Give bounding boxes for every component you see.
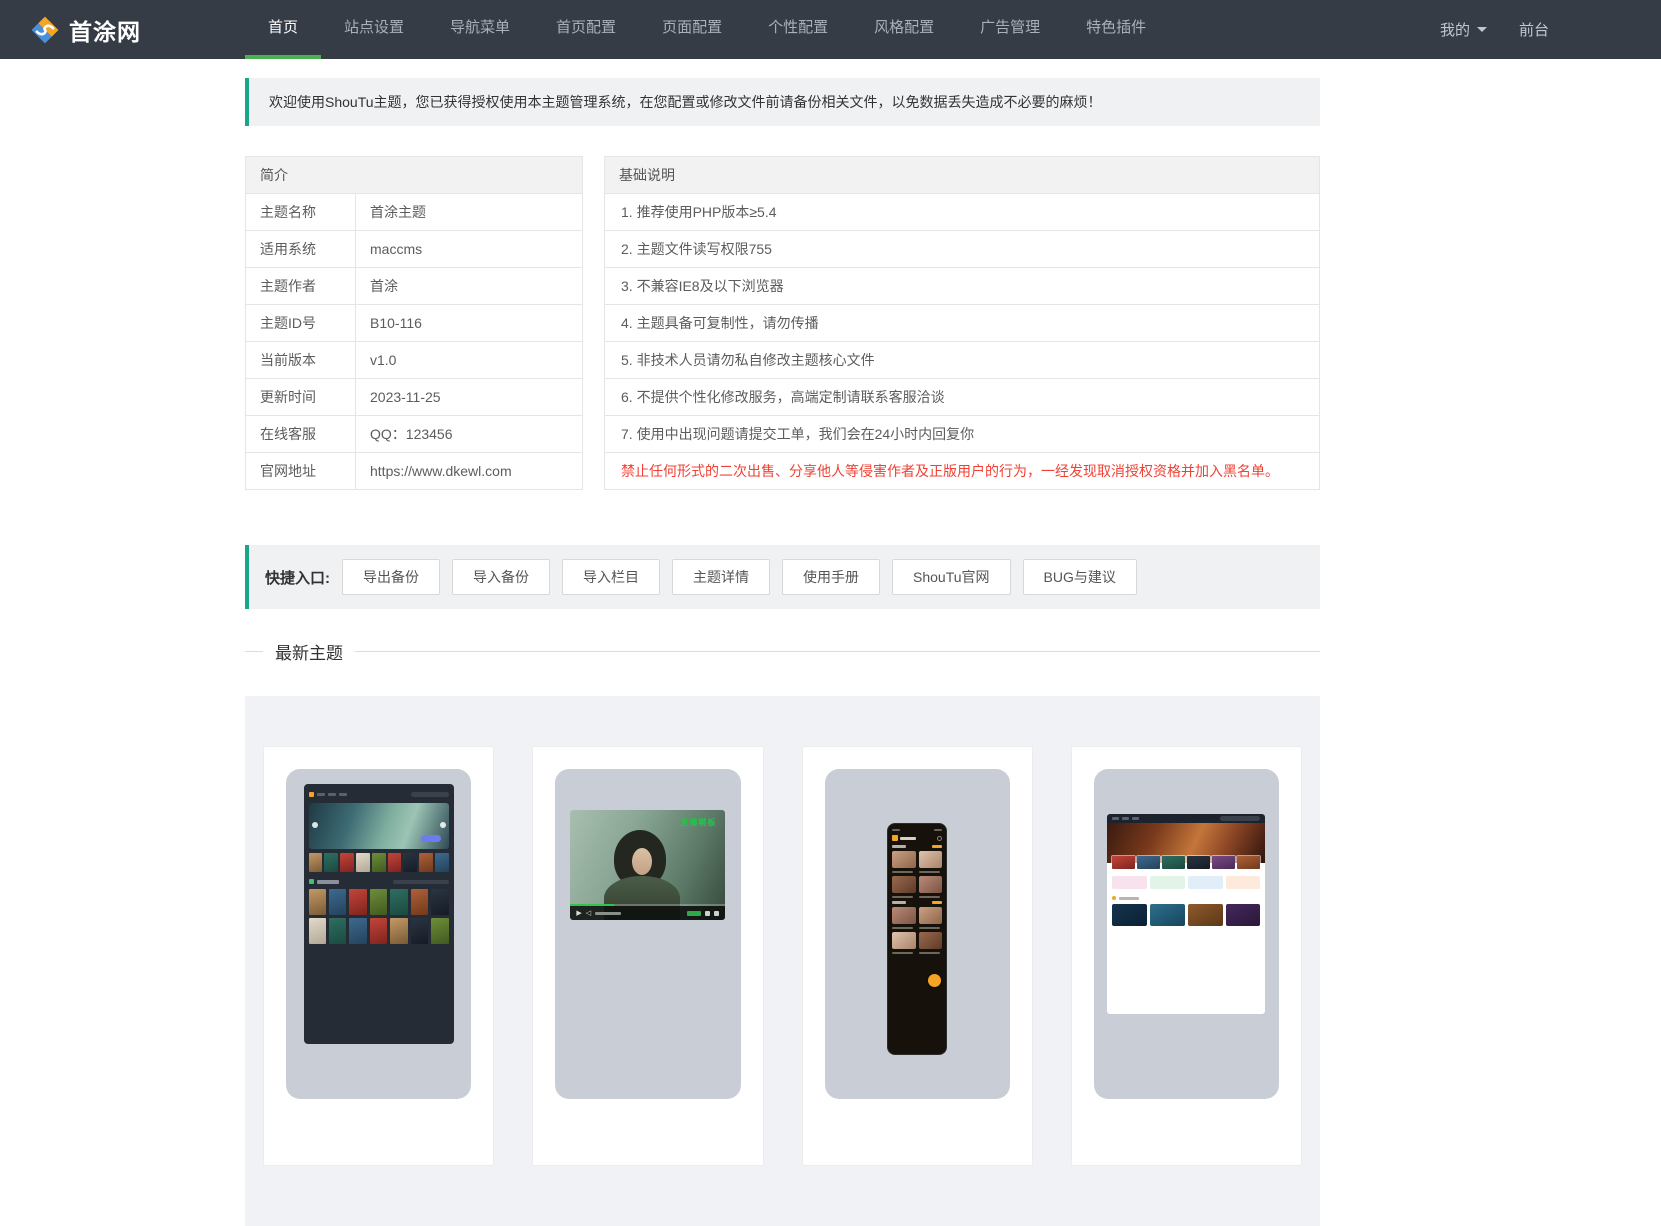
theme-thumbnail-frame — [1093, 769, 1279, 1099]
logo[interactable]: 首涂网 — [0, 0, 245, 59]
chevron-down-icon — [1476, 27, 1487, 32]
row-value: QQ：123456 — [370, 426, 453, 442]
latest-themes-heading: 最新主题 — [245, 639, 1320, 664]
table-row: 官网地址 https://www.dkewl.com — [246, 453, 582, 489]
section-title: 最新主题 — [275, 644, 343, 663]
note-row: 4. 主题具备可复制性，请勿传播 — [605, 305, 1319, 342]
row-value: 2023-11-25 — [370, 389, 441, 405]
notes-table: 基础说明 1. 推荐使用PHP版本≥5.4 2. 主题文件读写权限755 3. … — [604, 156, 1320, 490]
row-label: 主题作者 — [246, 268, 356, 304]
divider-line — [245, 651, 263, 652]
theme-card[interactable] — [801, 746, 1033, 1166]
table-row: 主题名称 首涂主题 — [246, 194, 582, 231]
main-menu: 首页 站点设置 导航菜单 首页配置 页面配置 个性配置 风格配置 广告管理 特色… — [245, 0, 1169, 59]
content-container: 欢迎使用ShouTu主题，您已获得授权使用本主题管理系统，在您配置或修改文件前请… — [245, 78, 1320, 1226]
table-row: 适用系统 maccms — [246, 231, 582, 268]
official-site-button[interactable]: ShouTu官网 — [892, 559, 1011, 595]
divider-line — [355, 651, 1320, 652]
row-value: 首涂主题 — [370, 204, 426, 220]
play-icon: ▶ — [576, 909, 582, 917]
nav-item-nav-menu[interactable]: 导航菜单 — [427, 0, 533, 59]
theme-thumbnail-frame — [824, 769, 1010, 1099]
row-value: https://www.dkewl.com — [370, 463, 512, 479]
quick-entry-bar: 快捷入口: 导出备份 导入备份 导入栏目 主题详情 使用手册 ShouTu官网 … — [245, 545, 1320, 609]
floating-action-button — [928, 974, 942, 987]
import-backup-button[interactable]: 导入备份 — [452, 559, 550, 595]
theme-preview-video-player: 直播模板 ▶ ◁ — [570, 810, 726, 920]
theme-preview-fantasy-desktop — [1107, 814, 1266, 1014]
row-label: 在线客服 — [246, 416, 356, 452]
row-value: maccms — [370, 241, 423, 257]
import-columns-button[interactable]: 导入栏目 — [562, 559, 660, 595]
row-value: 首涂 — [370, 278, 398, 294]
row-label: 主题ID号 — [246, 305, 356, 341]
nav-item-style-config[interactable]: 风格配置 — [851, 0, 957, 59]
row-value: v1.0 — [370, 352, 397, 368]
navbar-right: 我的 前台 — [1440, 0, 1661, 59]
logo-icon — [31, 16, 59, 43]
row-label: 适用系统 — [246, 231, 356, 267]
nav-item-home[interactable]: 首页 — [245, 0, 322, 59]
note-row: 3. 不兼容IE8及以下浏览器 — [605, 268, 1319, 305]
table-row: 在线客服 QQ：123456 — [246, 416, 582, 453]
theme-preview-dark-movie-site — [303, 784, 454, 1044]
nav-item-ad-management[interactable]: 广告管理 — [957, 0, 1063, 59]
export-backup-button[interactable]: 导出备份 — [342, 559, 440, 595]
note-row: 7. 使用中出现问题请提交工单，我们会在24小时内回复你 — [605, 416, 1319, 453]
player-badge: 直播模板 — [680, 818, 717, 827]
note-row: 1. 推荐使用PHP版本≥5.4 — [605, 194, 1319, 231]
intro-table-title: 简介 — [246, 157, 582, 194]
license-warning: 禁止任何形式的二次出售、分享他人等侵害作者及正版用户的行为，一经发现取消授权资格… — [621, 463, 1279, 479]
latest-themes-panel: 直播模板 ▶ ◁ — [245, 696, 1320, 1226]
table-row: 更新时间 2023-11-25 — [246, 379, 582, 416]
welcome-banner-text: 欢迎使用ShouTu主题，您已获得授权使用本主题管理系统，在您配置或修改文件前请… — [269, 94, 1102, 110]
theme-thumbnail-frame — [286, 769, 472, 1099]
info-tables-row: 简介 主题名称 首涂主题 适用系统 maccms 主题作者 首涂 主题ID号 B… — [245, 156, 1320, 490]
theme-details-button[interactable]: 主题详情 — [672, 559, 770, 595]
quick-entry-label: 快捷入口: — [265, 569, 330, 587]
row-label: 更新时间 — [246, 379, 356, 415]
player-controls: ▶ ◁ — [570, 906, 726, 920]
theme-card[interactable] — [263, 746, 495, 1166]
note-row: 2. 主题文件读写权限755 — [605, 231, 1319, 268]
settings-icon — [705, 910, 711, 916]
theme-preview-mobile-app — [888, 824, 947, 1054]
fullscreen-icon — [714, 910, 720, 916]
table-row: 当前版本 v1.0 — [246, 342, 582, 379]
nav-item-site-settings[interactable]: 站点设置 — [321, 0, 427, 59]
user-manual-button[interactable]: 使用手册 — [782, 559, 880, 595]
notes-table-title: 基础说明 — [605, 157, 1319, 194]
note-row: 6. 不提供个性化修改服务，高端定制请联系客服洽谈 — [605, 379, 1319, 416]
my-dropdown[interactable]: 我的 — [1440, 19, 1487, 40]
theme-thumbnail-frame: 直播模板 ▶ ◁ — [555, 769, 741, 1099]
row-label: 主题名称 — [246, 194, 356, 230]
theme-card[interactable]: 直播模板 ▶ ◁ — [532, 746, 764, 1166]
table-row: 主题ID号 B10-116 — [246, 305, 582, 342]
row-label: 官网地址 — [246, 453, 356, 489]
frontend-link[interactable]: 前台 — [1519, 19, 1549, 40]
note-row: 5. 非技术人员请勿私自修改主题核心文件 — [605, 342, 1319, 379]
welcome-banner: 欢迎使用ShouTu主题，您已获得授权使用本主题管理系统，在您配置或修改文件前请… — [245, 78, 1320, 126]
top-navbar: 首涂网 首页 站点设置 导航菜单 首页配置 页面配置 个性配置 风格配置 广告管… — [0, 0, 1661, 59]
row-label: 当前版本 — [246, 342, 356, 378]
nav-item-featured-plugins[interactable]: 特色插件 — [1063, 0, 1169, 59]
volume-icon: ◁ — [585, 909, 592, 917]
theme-card[interactable] — [1070, 746, 1302, 1166]
nav-item-page-config[interactable]: 页面配置 — [639, 0, 745, 59]
table-row: 主题作者 首涂 — [246, 268, 582, 305]
my-dropdown-label: 我的 — [1439, 22, 1470, 39]
logo-text: 首涂网 — [69, 18, 141, 45]
bug-suggestion-button[interactable]: BUG与建议 — [1022, 559, 1137, 595]
row-value: B10-116 — [370, 315, 422, 331]
nav-item-home-config[interactable]: 首页配置 — [533, 0, 639, 59]
nav-item-personal-config[interactable]: 个性配置 — [745, 0, 851, 59]
intro-table: 简介 主题名称 首涂主题 适用系统 maccms 主题作者 首涂 主题ID号 B… — [245, 156, 583, 490]
